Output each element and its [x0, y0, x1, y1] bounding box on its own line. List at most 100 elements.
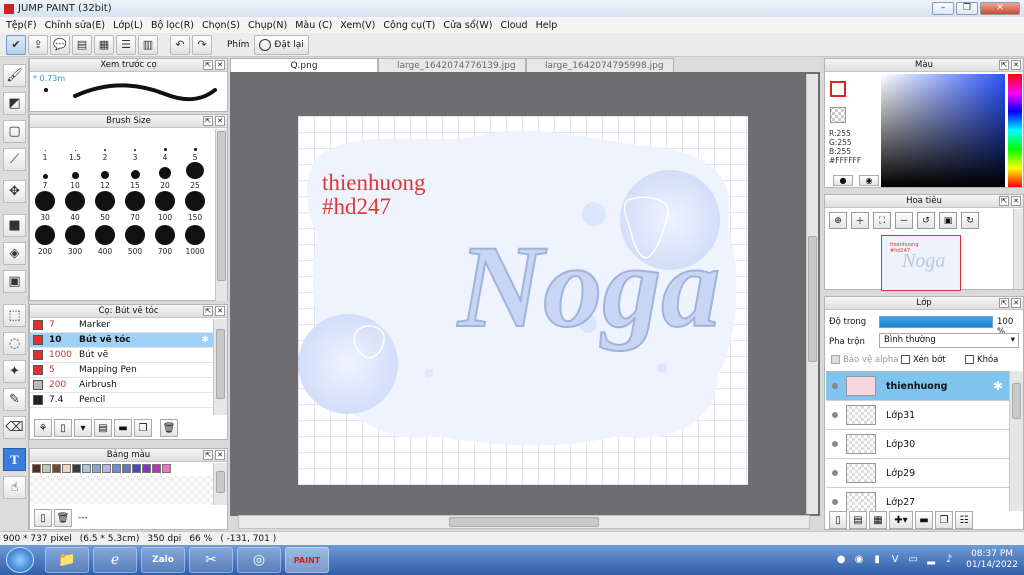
brush-size-option[interactable]: 40 [60, 190, 90, 222]
close-icon[interactable]: ✕ [1011, 298, 1021, 308]
layer-row[interactable]: Lớp27 [826, 488, 1009, 511]
palette-swatch[interactable] [132, 464, 141, 473]
close-icon[interactable]: ✕ [1011, 196, 1021, 206]
zoom-in-icon[interactable]: ＋ [851, 212, 869, 229]
brush-size-option[interactable]: 30 [30, 190, 60, 222]
menu-color[interactable]: Màu (C) [291, 20, 336, 31]
clock[interactable]: 08:37 PM 01/14/2022 [966, 549, 1018, 571]
float-icon[interactable]: ⇱ [203, 60, 213, 70]
brush-size-option[interactable]: 150 [180, 190, 210, 222]
brush-stamp-icon[interactable]: ⚘ [34, 419, 52, 437]
brush-size-option[interactable]: 4 [150, 134, 180, 162]
menu-window[interactable]: Cửa sổ(W) [439, 20, 496, 31]
foreground-color-swatch[interactable] [830, 81, 846, 97]
message-icon[interactable]: ▤ [72, 34, 92, 55]
float-icon[interactable]: ⇱ [999, 60, 1009, 70]
close-icon[interactable]: ✕ [215, 306, 225, 316]
close-button[interactable]: ✕ [980, 2, 1020, 15]
close-icon[interactable]: ✕ [1011, 60, 1021, 70]
brush-item-airbrush[interactable]: 200 Airbrush [30, 378, 213, 393]
brush-size-option[interactable]: 1000 [180, 222, 210, 256]
move-tool-icon[interactable]: ✥ [3, 180, 26, 203]
palette-swatch[interactable] [52, 464, 61, 473]
menu-cloud[interactable]: Cloud [496, 20, 531, 31]
brush-size-option[interactable]: 50 [90, 190, 120, 222]
select-eraser-icon[interactable]: ⌫ [3, 416, 26, 439]
new-layer-icon[interactable]: ▯ [829, 511, 847, 529]
layer-row[interactable]: Lớp29 [826, 459, 1009, 488]
duplicate-icon[interactable]: ❐ [935, 511, 953, 529]
brush-size-option[interactable]: 70 [120, 190, 150, 222]
brush-size-option[interactable]: 20 [150, 162, 180, 190]
palette-swatch[interactable] [42, 464, 51, 473]
palette-swatch[interactable] [32, 464, 41, 473]
float-icon[interactable]: ⇱ [203, 306, 213, 316]
folder-icon[interactable]: ▬ [114, 419, 132, 437]
palette-swatch[interactable] [72, 464, 81, 473]
fill-rect-tool-icon[interactable]: ■ [3, 214, 26, 237]
brush-size-option[interactable]: 2 [90, 134, 120, 162]
trash-icon[interactable]: 🗑 [160, 419, 178, 437]
new-brush-icon[interactable]: ▯ [54, 419, 72, 437]
menu-view[interactable]: Xem(V) [336, 20, 379, 31]
float-icon[interactable]: ⇱ [999, 298, 1009, 308]
tab-large-1[interactable]: large_1642074776139.jpg [378, 58, 526, 73]
menu-file[interactable]: Tệp(F) [2, 20, 41, 31]
brush-size-option[interactable]: 10 [60, 162, 90, 190]
layer-row[interactable]: Lớp31 [826, 401, 1009, 430]
zalo-tray-icon[interactable]: ◉ [852, 553, 866, 567]
visibility-icon[interactable] [832, 499, 838, 505]
brush-item-mapping-pen[interactable]: 5 Mapping Pen [30, 363, 213, 378]
visibility-icon[interactable] [832, 383, 838, 389]
new-palette-icon[interactable]: ▯ [34, 509, 52, 527]
jump-paint-taskbar-icon[interactable]: PAINT [285, 547, 329, 573]
check-icon[interactable]: ✔ [6, 34, 26, 55]
rectangle-select-icon[interactable]: ▢ [3, 120, 26, 143]
menu-edit[interactable]: Chỉnh sửa(E) [41, 20, 110, 31]
brush-size-option[interactable]: 1 [30, 134, 60, 162]
brush-size-option[interactable]: 5 [180, 134, 210, 162]
navigator-scrollbar[interactable] [1013, 209, 1023, 289]
duplicate-icon[interactable]: ❐ [134, 419, 152, 437]
magic-wand-icon[interactable]: ✦ [3, 360, 26, 383]
new-layer-copy-icon[interactable]: ▤ [849, 511, 867, 529]
internet-explorer-icon[interactable]: ℯ [93, 547, 137, 573]
brush-size-option[interactable]: 500 [120, 222, 150, 256]
color-wheel-icon[interactable]: ● [833, 175, 853, 186]
merge-layer-icon[interactable]: ☷ [955, 511, 973, 529]
select-pen-icon[interactable]: ✎ [3, 388, 26, 411]
menu-filter[interactable]: Bộ lọc(R) [147, 20, 198, 31]
marquee-select-icon[interactable]: ⬚ [3, 304, 26, 327]
comment-icon[interactable]: 💬 [50, 34, 70, 55]
layer-list-scrollbar[interactable] [1009, 371, 1023, 511]
brush-item-pencil[interactable]: 7.4 Pencil [30, 393, 213, 408]
share-icon[interactable]: ⇪ [28, 34, 48, 55]
blend-mode-select[interactable]: Bình thường ▾ [879, 333, 1019, 348]
saturation-value-picker[interactable] [881, 74, 1005, 187]
fit-window-icon[interactable]: ⛶ [873, 212, 891, 229]
palette-swatch[interactable] [142, 464, 151, 473]
brush-size-option[interactable]: 7 [30, 162, 60, 190]
visibility-icon[interactable] [832, 470, 838, 476]
brush-size-option[interactable]: 100 [150, 190, 180, 222]
layer-row[interactable]: Lớp30 [826, 430, 1009, 459]
palette-swatch[interactable] [112, 464, 121, 473]
document-icon[interactable]: ▦ [94, 34, 114, 55]
brush-size-option[interactable]: 1.5 [60, 134, 90, 162]
brush-size-option[interactable]: 200 [30, 222, 60, 256]
palette-swatch[interactable] [82, 464, 91, 473]
menu-help[interactable]: Help [532, 20, 562, 31]
navigator-thumbnail[interactable]: thienhuong #hd247 Noga [881, 235, 961, 291]
color-picker-icon[interactable]: ◉ [859, 175, 879, 186]
palette-swatch[interactable] [92, 464, 101, 473]
transparent-color-swatch[interactable] [830, 107, 846, 123]
float-icon[interactable]: ⇱ [203, 450, 213, 460]
chat-tray-icon[interactable]: ● [834, 553, 848, 567]
brush-size-scrollbar[interactable] [215, 129, 227, 301]
brush-settings-icon[interactable]: ▤ [94, 419, 112, 437]
lock-checkbox[interactable]: Khóa [965, 355, 998, 365]
protect-alpha-checkbox[interactable]: Bảo vệ alpha [831, 355, 898, 365]
file-explorer-icon[interactable]: 📁 [45, 547, 89, 573]
zoom-out-icon[interactable]: － [895, 212, 913, 229]
chrome-icon[interactable]: ◎ [237, 547, 281, 573]
